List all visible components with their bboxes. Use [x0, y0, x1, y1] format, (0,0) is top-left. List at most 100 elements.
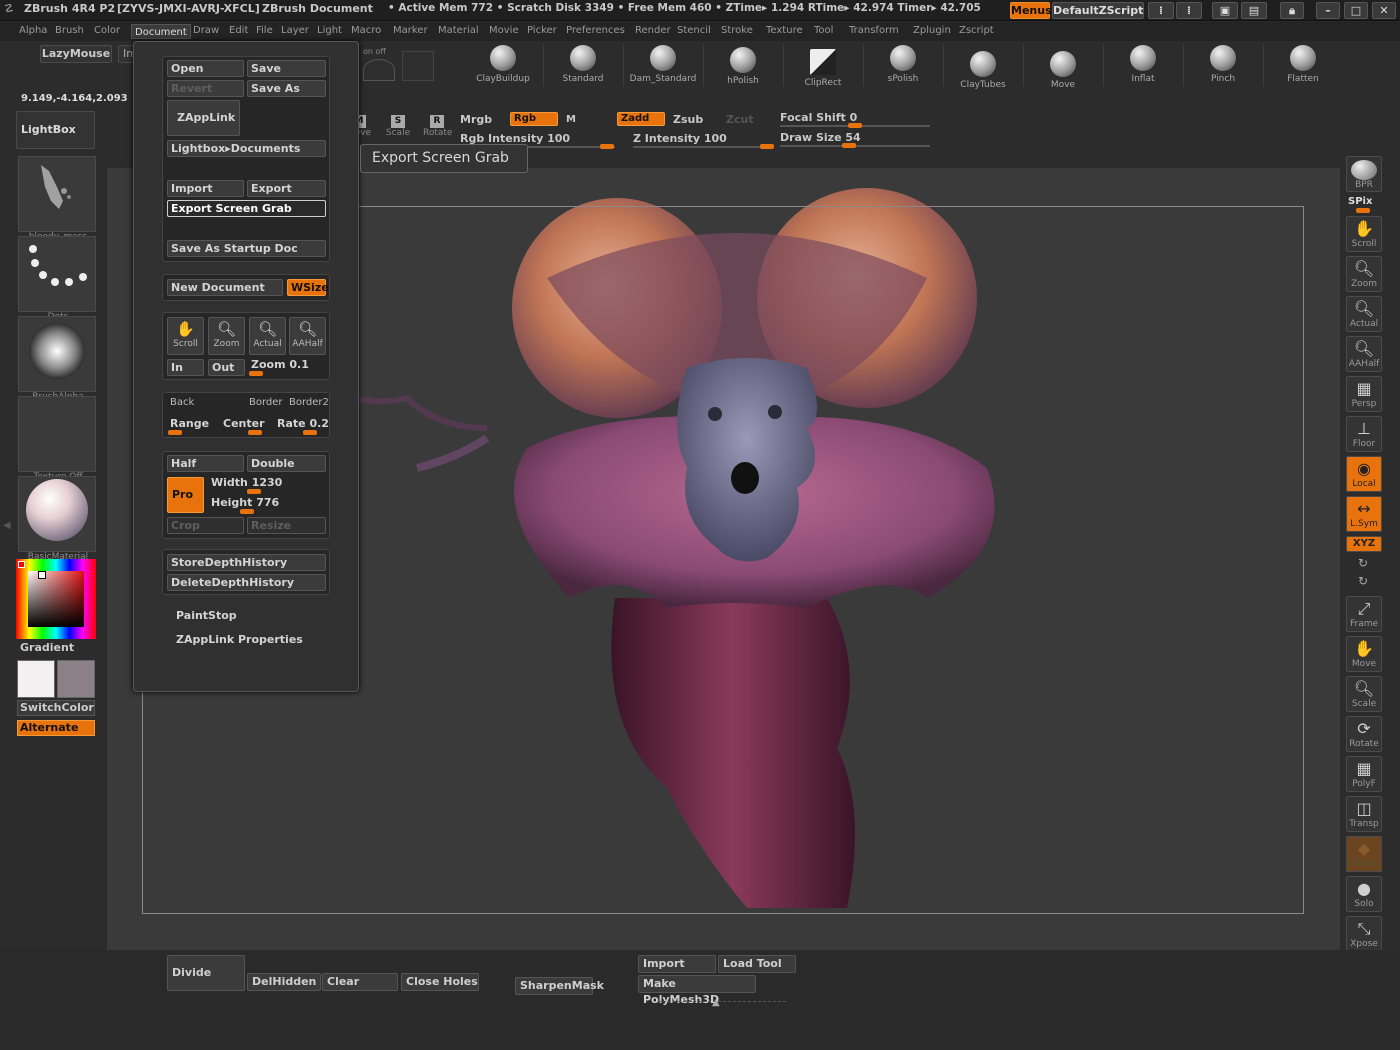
lazymouse-button[interactable]: LazyMouse: [40, 45, 112, 63]
rate-slider[interactable]: Rate 0.2: [277, 417, 329, 430]
height-slider[interactable]: Height 776: [211, 496, 279, 509]
lsym-button[interactable]: ↔ L.Sym: [1346, 496, 1382, 532]
switchcolor-button[interactable]: SwitchColor: [17, 700, 95, 716]
maximize-icon[interactable]: □: [1344, 2, 1368, 19]
width-slider[interactable]: Width 1230: [211, 476, 282, 489]
menu-color[interactable]: Color: [94, 25, 120, 36]
menu-layer[interactable]: Layer: [281, 25, 309, 36]
menu-stroke[interactable]: Stroke: [721, 25, 753, 36]
doc-export-button[interactable]: Export: [247, 180, 326, 197]
menu-zscript[interactable]: Zscript: [959, 25, 994, 36]
expand-up-icon[interactable]: ▲: [712, 997, 720, 1008]
layout-left-icon[interactable]: ⁞: [1148, 2, 1174, 19]
texture-thumbnail[interactable]: Texture Off: [18, 396, 96, 482]
doc-scroll-button[interactable]: ✋ Scroll: [167, 317, 204, 355]
zoom-button[interactable]: 🔍︎ Zoom: [1346, 256, 1382, 292]
border2-color-label[interactable]: Border2: [289, 397, 329, 408]
secondary-color-swatch[interactable]: [57, 660, 95, 698]
brush-claytubes[interactable]: ClayTubes: [945, 51, 1021, 95]
aahalf-button[interactable]: 🔍︎ AAHalf: [1346, 336, 1382, 372]
menu-material[interactable]: Material: [438, 25, 479, 36]
window-tile-icon[interactable]: ▤: [1241, 2, 1267, 19]
save-as-button[interactable]: Save As: [247, 80, 326, 97]
xyz-button[interactable]: XYZ: [1346, 536, 1382, 552]
rgb-intensity-knob[interactable]: [600, 144, 614, 149]
main-color-swatch[interactable]: [17, 660, 55, 698]
ghost-button[interactable]: ◆ Ghost: [1346, 836, 1382, 872]
border-color-label[interactable]: Border: [249, 397, 283, 408]
bottom-import-button[interactable]: Import: [638, 955, 716, 973]
divide-button[interactable]: Divide: [167, 955, 245, 991]
edit-mode-icon[interactable]: [363, 59, 395, 81]
load-tool-button[interactable]: Load Tool: [718, 955, 796, 973]
lock-icon[interactable]: 🔒︎: [1280, 2, 1304, 19]
brush-standard[interactable]: Standard: [545, 45, 621, 89]
zcut-button[interactable]: Zcut: [726, 113, 754, 126]
zoom-out-button[interactable]: Out: [208, 359, 245, 376]
rotate-axis-2-icon[interactable]: ↻: [1358, 574, 1368, 588]
scale-view-button[interactable]: 🔍︎ Scale: [1346, 676, 1382, 712]
brush-move[interactable]: Move: [1025, 51, 1101, 95]
zoom-in-button[interactable]: In: [167, 359, 204, 376]
menu-picker[interactable]: Picker: [527, 25, 557, 36]
lightbox-documents-button[interactable]: Lightbox▸Documents: [167, 140, 326, 157]
menu-tool[interactable]: Tool: [814, 25, 833, 36]
sharpenmask-button[interactable]: SharpenMask: [515, 977, 604, 995]
menu-edit[interactable]: Edit: [229, 25, 248, 36]
m-button[interactable]: M: [566, 114, 576, 125]
minimize-icon[interactable]: –: [1316, 2, 1340, 19]
paintstop-subpalette[interactable]: PaintStop: [176, 609, 237, 622]
center-slider[interactable]: Center: [223, 417, 265, 430]
transp-button[interactable]: ◫ Transp: [1346, 796, 1382, 832]
back-color-label[interactable]: Back: [170, 397, 194, 408]
z-intensity-slider[interactable]: Z Intensity 100: [633, 132, 727, 145]
menu-stencil[interactable]: Stencil: [677, 25, 711, 36]
height-knob[interactable]: [240, 509, 254, 514]
bottom-handle[interactable]: [658, 1001, 786, 1005]
close-holes-button[interactable]: Close Holes: [401, 973, 479, 991]
local-button[interactable]: ◉ Local: [1346, 456, 1382, 492]
brush-flatten[interactable]: Flatten: [1265, 45, 1341, 89]
doc-import-button[interactable]: Import: [167, 180, 244, 197]
range-knob[interactable]: [168, 430, 182, 435]
doc-actual-button[interactable]: 🔍︎ Actual: [249, 317, 286, 355]
doc-zoom-button[interactable]: 🔍︎ Zoom: [208, 317, 245, 355]
rgb-button[interactable]: Rgb: [510, 112, 558, 126]
save-as-startup-doc-button[interactable]: Save As Startup Doc: [167, 240, 326, 257]
menu-transform[interactable]: Transform: [849, 25, 899, 36]
draw-mode-icon[interactable]: [402, 51, 434, 81]
zapplink-properties-subpalette[interactable]: ZAppLink Properties: [176, 633, 303, 646]
new-document-button[interactable]: New Document: [167, 279, 283, 296]
material-thumbnail[interactable]: BasicMaterial: [18, 476, 96, 562]
zoom-slider-knob[interactable]: [249, 371, 263, 376]
menu-marker[interactable]: Marker: [393, 25, 428, 36]
alternate-button[interactable]: Alternate: [17, 720, 95, 736]
menu-draw[interactable]: Draw: [193, 25, 219, 36]
open-button[interactable]: Open: [167, 60, 244, 77]
crop-button[interactable]: Crop: [167, 517, 244, 534]
brush-pinch[interactable]: Pinch: [1185, 45, 1261, 89]
default-zscript-button[interactable]: DefaultZScript: [1052, 2, 1144, 19]
menu-document[interactable]: Document: [131, 24, 191, 39]
scroll-button[interactable]: ✋ Scroll: [1346, 216, 1382, 252]
menu-zplugin[interactable]: Zplugin: [913, 25, 951, 36]
store-depth-history-button[interactable]: StoreDepthHistory: [167, 554, 326, 571]
menu-preferences[interactable]: Preferences: [566, 25, 625, 36]
frame-button[interactable]: ⤢ Frame: [1346, 596, 1382, 632]
menu-macro[interactable]: Macro: [351, 25, 381, 36]
move-view-button[interactable]: ✋ Move: [1346, 636, 1382, 672]
zapplink-button[interactable]: ZAppLink: [167, 100, 240, 136]
rotate-view-button[interactable]: ⟳ Rotate: [1346, 716, 1382, 752]
floor-button[interactable]: ⊥ Floor: [1346, 416, 1382, 452]
brush-hpolish[interactable]: hPolish: [705, 47, 781, 91]
collapse-left-icon[interactable]: ◀: [3, 520, 11, 546]
zadd-button[interactable]: Zadd: [617, 112, 665, 126]
rate-knob[interactable]: [303, 430, 317, 435]
brush-cliprect[interactable]: ClipRect: [785, 49, 861, 93]
gradient-label[interactable]: Gradient: [20, 641, 74, 654]
scale-mode-button[interactable]: S Scale: [384, 115, 412, 141]
rotate-mode-button[interactable]: R Rotate: [423, 115, 452, 141]
polyf-button[interactable]: ▦ PolyF: [1346, 756, 1382, 792]
stroke-thumbnail[interactable]: Dots: [18, 236, 96, 322]
z-intensity-knob[interactable]: [760, 144, 774, 149]
